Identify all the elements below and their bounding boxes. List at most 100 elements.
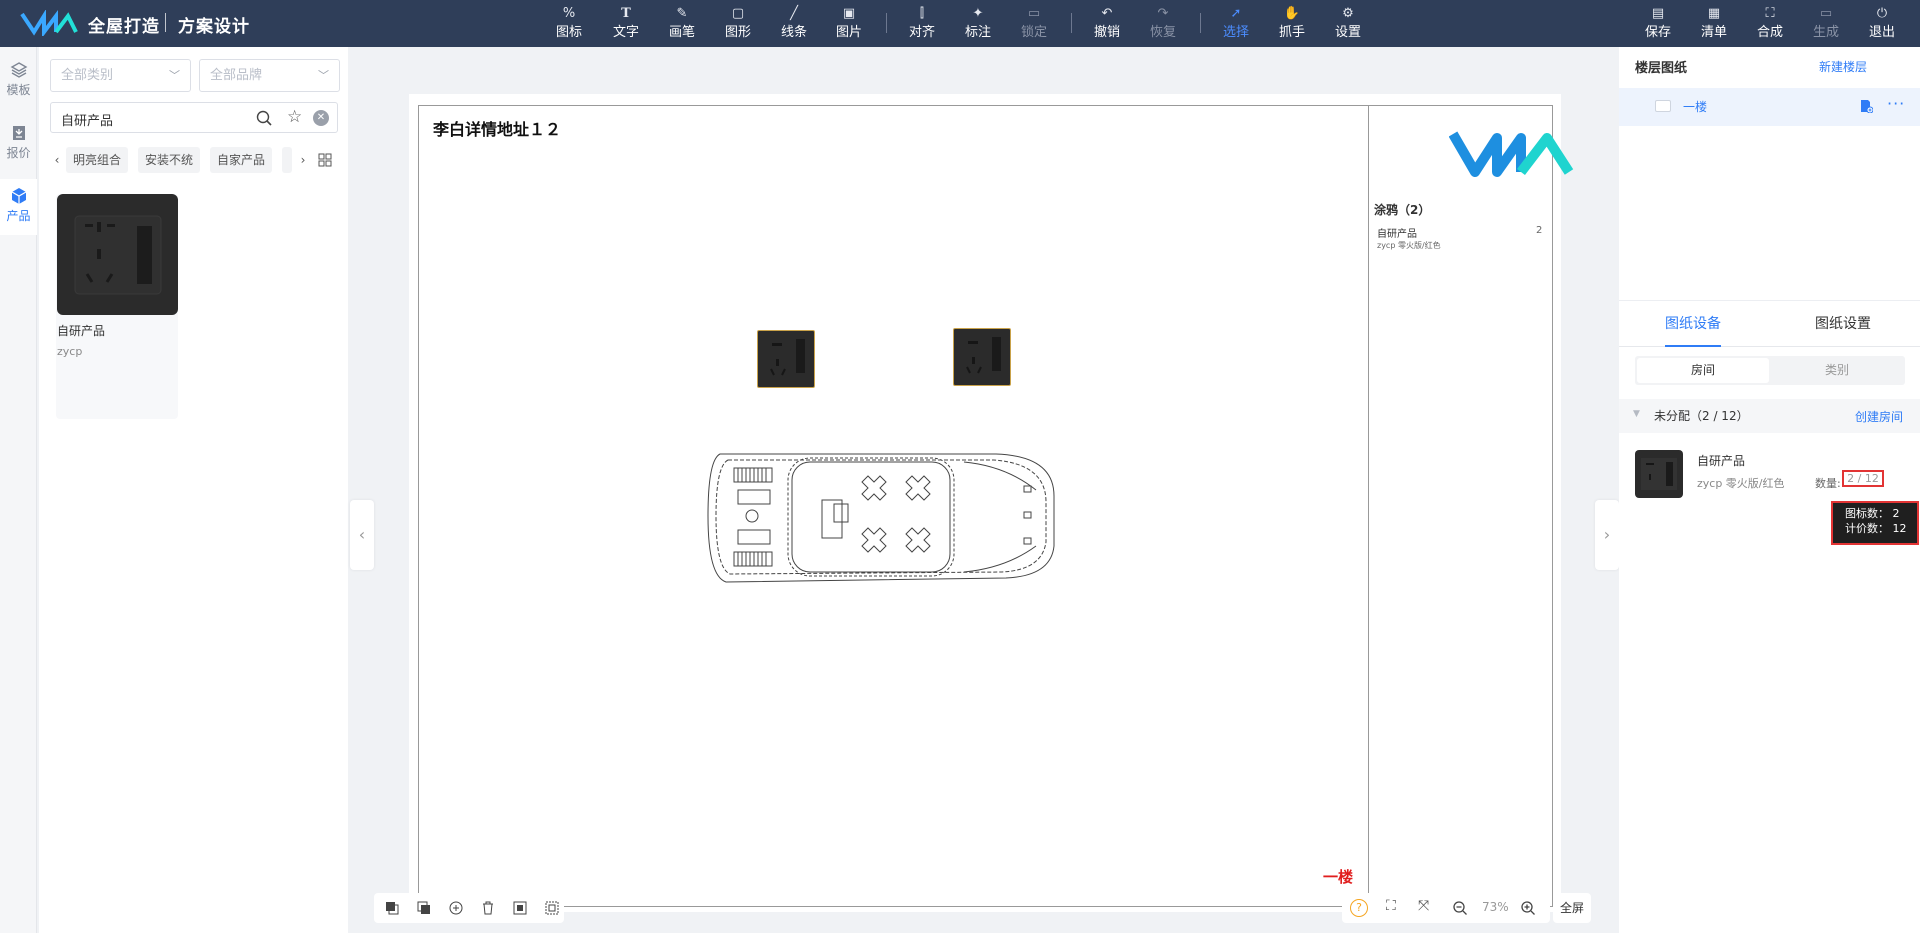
tool-text-button[interactable]: T 文字 bbox=[604, 5, 648, 43]
chip-tag[interactable]: 明亮组合 bbox=[66, 147, 129, 173]
nav-label: 产品 bbox=[6, 209, 31, 223]
bring-front-icon[interactable] bbox=[384, 900, 400, 916]
list-button[interactable]: ▦ 清单 bbox=[1692, 5, 1736, 43]
layers-icon bbox=[10, 62, 27, 78]
zoom-toolbar: ? ⛶ ⤧ 73% bbox=[1342, 893, 1550, 923]
chevron-right-icon[interactable]: › bbox=[296, 147, 310, 173]
canvas-bottom-toolbar bbox=[374, 893, 564, 923]
tool-shape-button[interactable]: ▢ 图形 bbox=[716, 5, 760, 43]
zoom-out-icon[interactable] bbox=[1452, 900, 1468, 916]
settings-button[interactable]: ⚙ 设置 bbox=[1326, 5, 1370, 43]
fullscreen-button[interactable]: 全屏 bbox=[1553, 893, 1591, 923]
page-title: 方案设计 bbox=[178, 17, 250, 37]
new-floor-link[interactable]: 新建楼层 bbox=[1819, 58, 1867, 75]
zoom-level: 73% bbox=[1482, 900, 1509, 914]
unassigned-group[interactable]: ▼ 未分配（2 / 12） 创建房间 bbox=[1619, 399, 1920, 433]
socket-thumbnail bbox=[1635, 450, 1683, 498]
search-input[interactable]: 自研产品 ☆ ✕ bbox=[50, 102, 338, 133]
select-button[interactable]: ➚ 选择 bbox=[1214, 5, 1258, 43]
compose-button[interactable]: ⛶ 合成 bbox=[1748, 5, 1792, 43]
chip-tag-overflow[interactable] bbox=[282, 147, 292, 173]
chevron-right-icon: › bbox=[1603, 525, 1611, 544]
search-icon[interactable] bbox=[256, 110, 272, 126]
tab-drawing-devices[interactable]: 图纸设备 bbox=[1665, 307, 1721, 347]
chevron-left-icon[interactable]: ‹ bbox=[50, 147, 64, 173]
create-room-link[interactable]: 创建房间 bbox=[1855, 408, 1903, 425]
undo-button[interactable]: ↶ 撤销 bbox=[1085, 5, 1129, 43]
tool-lock-button[interactable]: ▭ 锁定 bbox=[1012, 5, 1056, 43]
help-icon[interactable]: ? bbox=[1350, 899, 1368, 917]
segment-category[interactable]: 类别 bbox=[1771, 358, 1903, 383]
nav-product[interactable]: 产品 bbox=[0, 179, 37, 235]
exit-button[interactable]: ⏻ 退出 bbox=[1860, 5, 1904, 43]
nav-template[interactable]: 模板 bbox=[0, 53, 37, 109]
tool-image-button[interactable]: ▣ 图片 bbox=[827, 5, 871, 43]
tool-icon-button[interactable]: % 图标 bbox=[547, 5, 591, 43]
line-icon: ╱ bbox=[790, 6, 798, 21]
tool-label: 抓手 bbox=[1278, 25, 1305, 40]
tab-drawing-settings[interactable]: 图纸设置 bbox=[1815, 307, 1871, 347]
collapse-left-button[interactable]: ‹ bbox=[350, 500, 374, 570]
hand-icon: ✋ bbox=[1283, 6, 1301, 21]
socket-icon bbox=[74, 215, 162, 295]
nav-quote[interactable]: 报价 bbox=[0, 116, 37, 172]
zoom-in-icon[interactable] bbox=[1520, 900, 1536, 916]
rv-floorplan-drawing bbox=[707, 453, 1055, 583]
tool-annotate-button[interactable]: ✦ 标注 bbox=[956, 5, 1000, 43]
tool-label: 图片 bbox=[835, 25, 862, 40]
ungroup-icon[interactable] bbox=[544, 900, 560, 916]
toolbar-divider bbox=[1071, 13, 1072, 33]
tool-label: 设置 bbox=[1334, 25, 1361, 40]
group-toggle: 房间 类别 bbox=[1635, 356, 1905, 385]
clear-icon[interactable]: ✕ bbox=[313, 110, 329, 126]
device-item[interactable]: 自研产品 zycp 零火版/红色 数量: 2 / 12 bbox=[1635, 450, 1915, 500]
floor-item[interactable]: 一楼 ··· bbox=[1619, 88, 1920, 126]
send-back-icon[interactable] bbox=[416, 900, 432, 916]
cursor-icon: ➚ bbox=[1230, 6, 1242, 21]
hand-button[interactable]: ✋ 抓手 bbox=[1270, 5, 1314, 43]
add-page-icon[interactable] bbox=[1859, 99, 1873, 113]
lock-icon: ▭ bbox=[1027, 6, 1041, 21]
collapse-right-button[interactable]: › bbox=[1595, 500, 1619, 570]
star-icon[interactable]: ☆ bbox=[287, 107, 302, 127]
device-name: 自研产品 bbox=[1697, 454, 1746, 468]
brand-select[interactable]: 全部品牌 ﹀ bbox=[199, 59, 340, 92]
quantity-tooltip: 图标数： 2 计价数： 12 bbox=[1831, 501, 1919, 545]
tool-align-button[interactable]: ⫿ 对齐 bbox=[900, 5, 944, 43]
chip-tag[interactable]: 安装不统 bbox=[138, 147, 201, 173]
socket-thumbnail bbox=[57, 194, 178, 315]
legend-heading: 涂鸦（2） bbox=[1374, 203, 1431, 217]
fit-screen-icon[interactable]: ⛶ bbox=[1386, 898, 1396, 914]
exit-icon: ⏻ bbox=[1876, 6, 1888, 21]
select-placeholder: 全部品牌 bbox=[210, 68, 263, 83]
more-icon[interactable]: ··· bbox=[1887, 94, 1905, 113]
segment-room[interactable]: 房间 bbox=[1637, 358, 1769, 383]
quote-icon bbox=[12, 126, 25, 140]
placed-socket[interactable] bbox=[757, 330, 815, 388]
placed-socket[interactable] bbox=[953, 328, 1011, 386]
grid-icon[interactable] bbox=[318, 153, 332, 167]
image-icon: ▣ bbox=[842, 6, 856, 21]
expand-icon[interactable]: ⤧ bbox=[1418, 898, 1429, 914]
floor-label: 一楼 bbox=[1323, 868, 1354, 886]
save-button[interactable]: ▤ 保存 bbox=[1636, 5, 1680, 43]
drawing-canvas[interactable]: 李白详情地址１２ 涂鸦（2） 自研产品 zycp 零火版/红色 2 一楼 bbox=[409, 94, 1574, 912]
redo-button[interactable]: ↷ 恢复 bbox=[1141, 5, 1185, 43]
brand-divider bbox=[165, 13, 166, 32]
category-select[interactable]: 全部类别 ﹀ bbox=[50, 59, 191, 92]
delete-icon[interactable] bbox=[480, 900, 496, 916]
group-icon[interactable] bbox=[512, 900, 528, 916]
product-card[interactable]: 自研产品 zycp bbox=[56, 194, 178, 419]
toolbar-divider bbox=[886, 13, 887, 33]
nav-label: 报价 bbox=[6, 146, 31, 160]
chip-tag[interactable]: 自家产品 bbox=[210, 147, 273, 173]
legend-item-count: 2 bbox=[1536, 225, 1543, 236]
copy-icon[interactable] bbox=[448, 900, 464, 916]
generate-icon: ▭ bbox=[1819, 6, 1833, 21]
caret-down-icon: ▼ bbox=[1633, 409, 1640, 419]
generate-button[interactable]: ▭ 生成 bbox=[1804, 5, 1848, 43]
tool-line-button[interactable]: ╱ 线条 bbox=[772, 5, 816, 43]
quantity-value[interactable]: 2 / 12 bbox=[1842, 470, 1884, 487]
legend-item-desc: zycp 零火版/红色 bbox=[1377, 241, 1441, 250]
tool-pen-button[interactable]: ✎ 画笔 bbox=[660, 5, 704, 43]
